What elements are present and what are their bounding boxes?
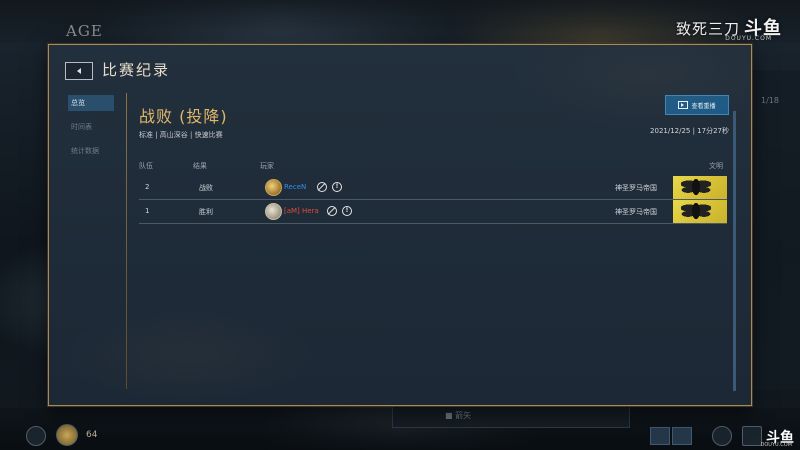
right-side-panel: 1/18 — [752, 70, 800, 390]
bottom-center-text: ■ 箭矢 — [445, 411, 472, 420]
match-date: 2021/12/25 | 17分27秒 — [650, 127, 729, 135]
column-header-civ: 文明 — [709, 162, 723, 170]
civ-flag-hre — [673, 200, 727, 223]
column-header-player: 玩家 — [260, 162, 274, 170]
civ-name: 神圣罗马帝国 — [615, 208, 657, 216]
player-emblem-icon — [56, 424, 78, 446]
game-logo: AGE — [66, 22, 103, 40]
match-result-title: 战败 (投降) — [139, 107, 228, 126]
team-number: 2 — [145, 183, 150, 191]
menu-icon[interactable] — [742, 426, 762, 446]
nav-item-overview[interactable]: 总览 — [68, 95, 114, 111]
bottom-action-button-1[interactable] — [650, 427, 670, 445]
right-panel-counter: 1/18 — [761, 96, 779, 105]
player-rank-emblem-icon — [265, 179, 282, 196]
bottom-action-button-2[interactable] — [672, 427, 692, 445]
replay-icon — [678, 101, 689, 109]
player-name[interactable]: ReceN — [284, 183, 306, 191]
player-rank-emblem-icon — [265, 203, 282, 220]
back-arrow-icon — [77, 68, 81, 74]
watermark-url: DOUYU.COM — [725, 35, 772, 42]
settings-icon[interactable] — [26, 426, 46, 446]
column-header-result: 结果 — [193, 162, 207, 170]
match-meta: 标准 | 高山深谷 | 快速比赛 — [139, 131, 223, 139]
nav-item-statistics[interactable]: 统计数据 — [68, 143, 114, 159]
population-count: 64 — [86, 430, 98, 440]
column-header-team: 队伍 — [139, 162, 153, 170]
nav-item-timeline[interactable]: 时间表 — [68, 119, 114, 135]
nav-divider — [126, 93, 127, 389]
report-player-icon[interactable]: ! — [332, 182, 342, 192]
view-replay-button[interactable]: 查看重播 — [665, 95, 729, 115]
replay-button-label: 查看重播 — [691, 102, 716, 110]
match-history-dialog: 比赛纪录 总览 时间表 统计数据 战败 (投降) 标准 | 高山深谷 | 快速比… — [48, 44, 752, 406]
table-row[interactable]: 1 胜利 [aM] Hera ! 神圣罗马帝国 — [139, 200, 727, 224]
eagle-icon — [681, 176, 711, 199]
dialog-nav: 总览 时间表 统计数据 — [68, 95, 114, 167]
eagle-icon — [681, 200, 711, 223]
civ-name: 神圣罗马帝国 — [615, 184, 657, 192]
bottom-center-panel: ■ 箭矢 — [392, 404, 630, 428]
team-number: 1 — [145, 207, 150, 215]
dialog-title: 比赛纪录 — [102, 61, 171, 79]
block-player-icon[interactable] — [327, 206, 337, 216]
civ-flag-hre — [673, 176, 727, 199]
result-text: 战败 — [199, 184, 213, 192]
player-name[interactable]: [aM] Hera — [284, 207, 319, 215]
scrollbar[interactable] — [733, 111, 736, 391]
table-row[interactable]: 2 战败 ReceN ! 神圣罗马帝国 — [139, 176, 727, 200]
result-text: 胜利 — [199, 208, 213, 216]
report-player-icon[interactable]: ! — [342, 206, 352, 216]
block-player-icon[interactable] — [317, 182, 327, 192]
douyu-bottom-url: DOUYU.COM — [760, 442, 793, 448]
minimap-icon[interactable] — [712, 426, 732, 446]
back-button[interactable] — [65, 62, 93, 80]
